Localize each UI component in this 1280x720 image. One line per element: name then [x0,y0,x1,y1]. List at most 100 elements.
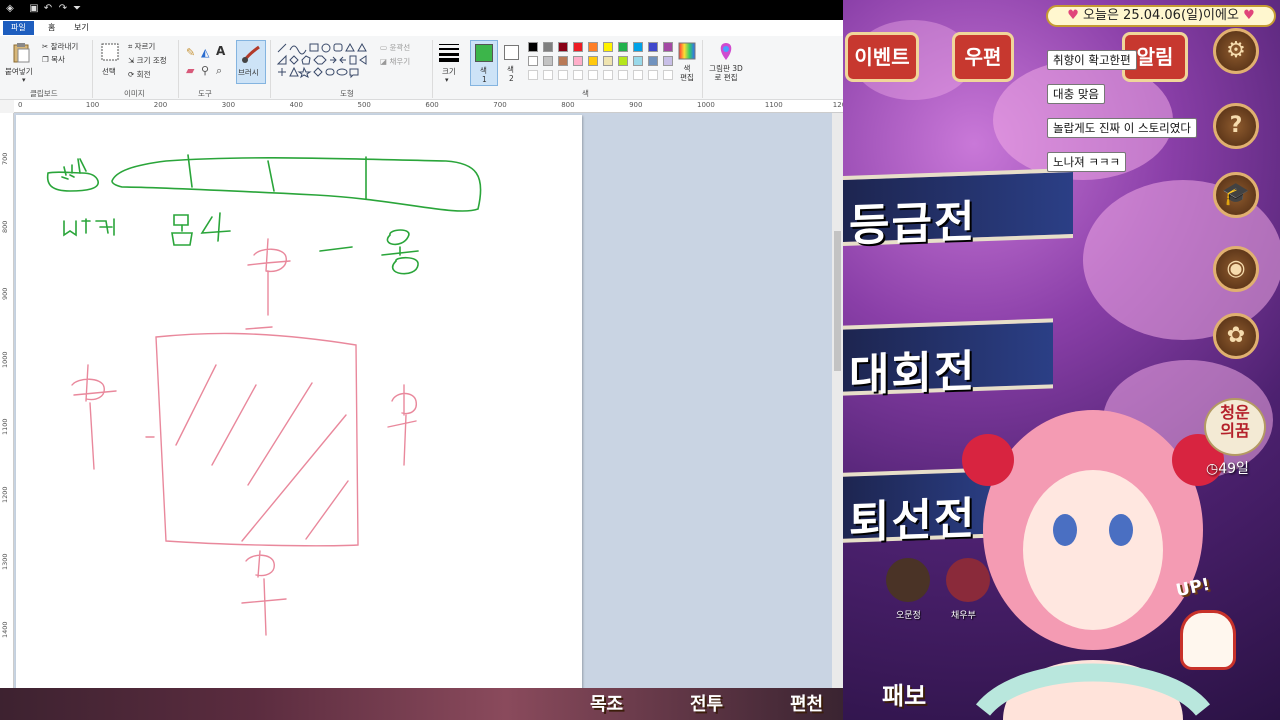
ruler-tick: 1300 [1,553,9,570]
size-dropdown-icon[interactable]: ▾ [445,76,449,84]
select-button[interactable]: 선택 [102,66,116,77]
scrollbar-thumb[interactable] [834,231,841,371]
graduation-cap-icon[interactable]: 🎓 [1213,172,1259,218]
vertical-scrollbar[interactable] [832,113,843,690]
save-icon[interactable]: ▣ [28,3,40,15]
paint3d-button[interactable]: 그림판 3D로 편집 [708,64,744,82]
palette-swatch[interactable] [528,42,538,52]
palette-swatch[interactable] [663,56,673,66]
line-size-icon[interactable] [438,42,460,62]
eraser-icon[interactable]: ▰ [186,64,194,77]
color-picker-icon[interactable]: ⚲ [201,64,209,77]
lucky-cat-button[interactable] [1180,610,1236,670]
palette-swatch[interactable] [648,56,658,66]
palette-swatch[interactable] [558,42,568,52]
tab-view[interactable]: 보기 [66,21,97,35]
palette-empty-swatch[interactable] [603,70,613,80]
palette-empty-swatch[interactable] [633,70,643,80]
bottom-button[interactable]: 전투 [690,690,723,716]
color1-swatch [475,44,493,62]
camera-icon[interactable]: ◉ [1213,246,1259,292]
bottom-button[interactable]: 편천 [790,690,823,716]
fill-button[interactable]: ◪ 채우기 [380,56,410,67]
palette-swatch[interactable] [573,56,583,66]
fill-bucket-icon[interactable]: ◭ [201,46,209,59]
resize-button[interactable]: ⇲ 크기 조정 [128,55,167,66]
vertical-ruler: 700 800 900 1000 1100 1200 1300 1400 [0,113,14,690]
flower-badge-icon[interactable]: ✿ [1213,313,1259,359]
paste-dropdown-icon[interactable]: ▾ [22,76,26,84]
sketch: 머리 몸4 ㅡ 용 우 [46,154,482,636]
palette-swatch[interactable] [603,42,613,52]
mail-tag[interactable]: 우편 [952,32,1014,82]
paste-button[interactable]: 붙여넣기 [5,66,33,77]
palette-swatch[interactable] [588,42,598,52]
palette-swatch[interactable] [633,56,643,66]
palette-swatch[interactable] [648,42,658,52]
ruler-tick: 700 [1,152,9,165]
outline-button[interactable]: ▭ 윤곽선 [380,42,410,53]
drawing-canvas[interactable]: 머리 몸4 ㅡ 용 우 [16,115,582,690]
season-seal[interactable]: 청운 의꿈 [1204,398,1266,456]
crop-icon: ⌗ [128,42,135,51]
rank-match-banner[interactable]: 등급전 [843,167,1073,252]
palette-swatch[interactable] [573,42,583,52]
palette-swatch[interactable] [618,42,628,52]
ruler-tick: 100 [85,101,100,109]
cut-button[interactable]: ✂ 잘라내기 [42,41,78,52]
quick-access-dropdown-icon[interactable]: ⏷ [71,3,83,15]
edit-colors-icon[interactable] [678,42,696,60]
bottom-button[interactable]: 목조 [590,690,623,716]
palette-swatch[interactable] [618,56,628,66]
color2-button[interactable]: 색 2 [502,40,522,86]
paste-icon[interactable] [12,42,32,64]
ruler-tick: 1000 [1,350,9,368]
palette-swatch[interactable] [558,56,568,66]
rotate-button[interactable]: ⟳ 회전 [128,69,150,80]
group-label-clipboard: 클립보드 [30,89,58,98]
ruler-tick: 1200 [832,101,843,109]
palette-swatch[interactable] [633,42,643,52]
brush-icon [242,45,260,63]
palette-empty-swatch[interactable] [558,70,568,80]
palette-swatch[interactable] [588,56,598,66]
palette-swatch[interactable] [543,56,553,66]
palette-swatch[interactable] [663,42,673,52]
palette-empty-swatch[interactable] [618,70,628,80]
divider [178,40,179,98]
chat-message: 취향이 확고한편 [1047,50,1137,70]
palette-swatch[interactable] [603,56,613,66]
undo-icon[interactable]: ↶ [42,3,54,15]
palette-empty-swatch[interactable] [663,70,673,80]
pencil-icon[interactable]: ✎ [186,46,195,59]
palette-empty-swatch[interactable] [528,70,538,80]
tab-file[interactable]: 파일 [3,21,34,35]
question-icon[interactable]: ? [1213,103,1259,149]
brushes-button[interactable]: 브러시 [236,40,266,84]
text-tool-icon[interactable]: A [216,44,225,58]
bottom-button[interactable]: 패보 [882,676,926,711]
tab-home[interactable]: 홈 [40,21,63,35]
paint3d-icon[interactable] [717,42,735,62]
select-icon[interactable] [100,42,120,62]
redo-icon[interactable]: ↷ [57,3,69,15]
event-tag[interactable]: 이벤트 [845,32,919,82]
color1-button[interactable]: 색 1 [470,40,498,86]
copy-button[interactable]: ❐ 복사 [42,54,65,65]
crop-button[interactable]: ⌗ 자르기 [128,41,155,52]
shapes-gallery[interactable] [276,42,370,80]
ruler-tick: 1100 [764,101,783,109]
sketch-label-head: 머리 [60,233,62,236]
app-icon: ◈ [6,3,14,14]
gear-icon[interactable]: ⚙ [1213,28,1259,74]
palette-empty-swatch[interactable] [648,70,658,80]
group-label-shapes: 도형 [340,89,354,98]
palette-empty-swatch[interactable] [588,70,598,80]
palette-swatch[interactable] [528,56,538,66]
ruler-tick: 1200 [1,485,9,503]
magnifier-icon[interactable]: ⌕ [216,64,222,78]
palette-empty-swatch[interactable] [543,70,553,80]
edit-colors-button[interactable]: 색 편집 [680,64,694,82]
palette-empty-swatch[interactable] [573,70,583,80]
palette-swatch[interactable] [543,42,553,52]
